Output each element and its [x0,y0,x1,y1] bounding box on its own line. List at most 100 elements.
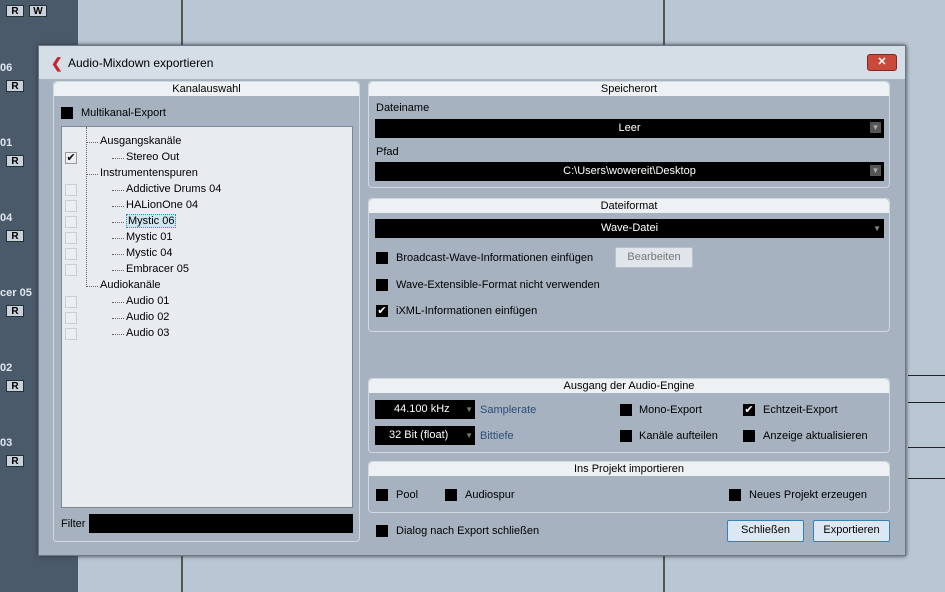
filter-label: Filter [61,518,86,530]
tree-item[interactable]: Stereo Out [126,151,179,163]
tree-connector [112,190,124,191]
channel-checkbox[interactable] [65,216,77,228]
tree-item[interactable]: Mystic 04 [126,247,172,259]
extensible-label: Wave-Extensible-Format nicht verwenden [396,279,600,291]
split-channels-label: Kanäle aufteilen [639,430,718,442]
tree-item[interactable]: Mystic 06 [126,214,177,228]
dialog-title: Audio-Mixdown exportieren [68,56,214,70]
event-line [908,402,945,403]
panel-header: Dateiformat [369,199,889,213]
dropdown-arrow-icon[interactable]: ▼ [873,219,881,238]
pool-checkbox[interactable] [376,489,388,501]
record-button[interactable]: R [6,80,24,92]
bitdepth-label: Bittiefe [480,430,514,442]
panel-header: Ins Projekt importieren [369,462,889,476]
dropdown-arrow-icon: ▼ [465,431,473,440]
dropdown-arrow-icon[interactable]: ▼ [870,122,881,133]
audiotrack-checkbox[interactable] [445,489,457,501]
samplerate-value: 44.100 kHz [394,403,450,415]
channel-checkbox[interactable] [65,248,77,260]
bitdepth-value: 32 Bit (float) [389,429,449,441]
channel-checkbox[interactable] [65,312,77,324]
filename-value: Leer [618,122,641,134]
record-button[interactable]: R [6,230,24,242]
tree-connector [112,254,124,255]
channel-checkbox[interactable] [65,264,77,276]
tree-connector [112,270,124,271]
extensible-checkbox[interactable] [376,279,388,291]
tree-connector [112,222,124,223]
audiotrack-label: Audiospur [465,489,515,501]
tree-item[interactable]: Embracer 05 [126,263,189,275]
channel-checkbox[interactable] [65,184,77,196]
record-button[interactable]: R [6,455,24,467]
broadcast-checkbox[interactable] [376,252,388,264]
format-value: Wave-Datei [600,222,659,234]
tree-item[interactable]: Audio 02 [126,311,169,323]
title-bar[interactable]: ❮ Audio-Mixdown exportieren ✕ [39,46,905,79]
broadcast-label: Broadcast-Wave-Informationen einfügen [396,252,594,264]
new-project-label: Neues Projekt erzeugen [749,489,868,501]
close-after-export-label: Dialog nach Export schließen [396,525,540,537]
multichannel-checkbox[interactable] [61,107,73,119]
channel-checkbox[interactable] [65,296,77,308]
channel-checkbox[interactable]: ✔ [65,152,77,164]
format-select[interactable]: Wave-Datei ▼ [375,219,884,238]
tree-item[interactable]: Audio 03 [126,327,169,339]
close-button[interactable]: ✕ [867,54,897,71]
channel-tree[interactable]: Ausgangskanäle ✔ Stereo Out Instrumentenspu… [61,126,353,508]
realtime-export-checkbox[interactable]: ✔ [743,404,755,416]
path-input[interactable]: C:\Users\wowereit\Desktop ▼ [375,162,884,181]
channel-checkbox[interactable] [65,328,77,340]
tree-item[interactable]: Audio 01 [126,295,169,307]
close-after-export-checkbox[interactable] [376,525,388,537]
tree-item[interactable]: Addictive Drums 04 [126,183,221,195]
channel-selection-panel: Kanalauswahl Multikanal-Export Ausgangsk… [53,81,360,542]
update-display-checkbox[interactable] [743,430,755,442]
mono-export-checkbox[interactable] [620,404,632,416]
tree-connector [112,238,124,239]
tree-connector [112,158,124,159]
filename-input[interactable]: Leer ▼ [375,119,884,138]
close-dialog-button[interactable]: Schließen [727,520,804,542]
channel-checkbox[interactable] [65,200,77,212]
panel-header: Speicherort [369,82,889,96]
filter-input[interactable] [89,514,353,533]
tree-item[interactable]: HALionOne 04 [126,199,198,211]
format-panel: Dateiformat Wave-Datei ▼ Broadcast-Wave-I… [368,198,890,332]
edit-button[interactable]: Bearbeiten [615,247,693,268]
write-button[interactable]: W [29,5,47,17]
channel-checkbox[interactable] [65,232,77,244]
record-button[interactable]: R [6,380,24,392]
tree-item[interactable]: Ausgangskanäle [100,135,181,147]
panel-header: Kanalauswahl [54,82,359,96]
bitdepth-select[interactable]: 32 Bit (float) ▼ [375,426,475,445]
record-button[interactable]: R [6,5,24,17]
tree-item[interactable]: Mystic 01 [126,231,172,243]
samplerate-select[interactable]: 44.100 kHz ▼ [375,400,475,419]
record-button[interactable]: R [6,305,24,317]
path-label: Pfad [376,146,399,158]
record-button[interactable]: R [6,155,24,167]
track-label: 06 [0,62,13,74]
split-channels-checkbox[interactable] [620,430,632,442]
dropdown-arrow-icon: ▼ [465,405,473,414]
export-button[interactable]: Exportieren [813,520,890,542]
ixml-label: iXML-Informationen einfügen [396,305,538,317]
import-panel: Ins Projekt importieren Pool Audiospur N… [368,461,890,513]
dropdown-arrow-icon[interactable]: ▼ [870,165,881,176]
event-line [908,478,945,479]
tree-item[interactable]: Audiokanäle [100,279,161,291]
ixml-checkbox[interactable]: ✔ [376,305,388,317]
export-dialog: ❮ Audio-Mixdown exportieren ✕ Kanalauswa… [38,45,906,556]
tree-connector [86,127,87,287]
tree-connector [112,302,124,303]
new-project-checkbox[interactable] [729,489,741,501]
samplerate-label: Samplerate [480,404,537,416]
engine-panel: Ausgang der Audio-Engine 44.100 kHz ▼ Sam… [368,378,890,453]
tree-connector [86,286,98,287]
tree-connector [86,142,98,143]
filename-label: Dateiname [376,102,430,114]
track-label: 02 [0,362,13,374]
tree-item[interactable]: Instrumentenspuren [100,167,198,179]
